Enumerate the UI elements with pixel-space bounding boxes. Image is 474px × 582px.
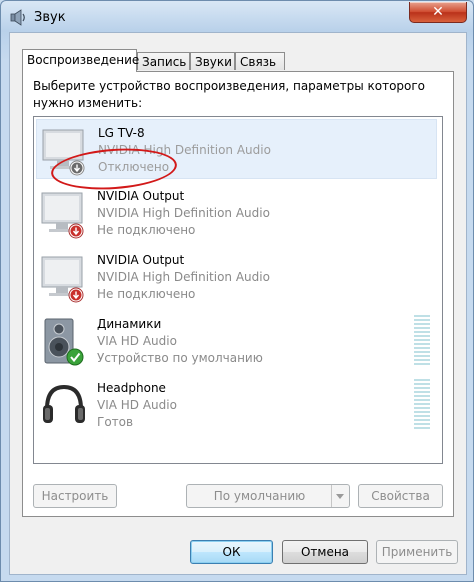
device-driver: VIA HD Audio	[97, 398, 177, 412]
volume-level-meter	[414, 315, 430, 367]
apply-button[interactable]: Применить	[376, 540, 458, 564]
device-name: NVIDIA Output	[97, 189, 185, 203]
window-title: Звук	[34, 10, 66, 25]
device-status: Готов	[97, 415, 134, 429]
instructions-text: Выберите устройство воспроизведения, пар…	[33, 79, 426, 110]
ok-button[interactable]: ОК	[190, 540, 273, 564]
speaker-icon	[44, 318, 84, 366]
device-name: LG TV-8	[98, 126, 145, 140]
monitor-icon	[41, 256, 84, 303]
device-driver: VIA HD Audio	[97, 334, 177, 348]
playback-panel: Выберите устройство воспроизведения, пар…	[22, 71, 454, 517]
tab-playback[interactable]: Воспроизведение	[22, 49, 139, 72]
device-status: Не подключено	[97, 223, 196, 237]
close-icon: ✕	[432, 4, 444, 20]
title-bar[interactable]: Звук ✕	[1, 1, 473, 33]
device-item-nvidia-output-1[interactable]: NVIDIA Output NVIDIA High Definition Aud…	[36, 183, 437, 243]
device-item-headphone[interactable]: Headphone VIA HD Audio Готов	[36, 375, 437, 435]
tab-sounds[interactable]: Звуки	[190, 52, 235, 70]
headphones-icon	[43, 384, 85, 423]
set-default-split-button[interactable]: По умолчанию	[186, 484, 350, 508]
device-status: Устройство по умолчанию	[97, 351, 263, 365]
properties-button[interactable]: Свойства	[358, 484, 443, 508]
monitor-icon	[41, 192, 84, 239]
volume-level-meter	[414, 379, 430, 431]
device-status: Не подключено	[97, 287, 196, 301]
dialog-client-area: Воспроизведение Запись Звуки Связь Выбер…	[9, 32, 467, 575]
chevron-down-icon[interactable]	[331, 485, 349, 507]
cancel-button[interactable]: Отмена	[282, 540, 368, 564]
device-driver: NVIDIA High Definition Audio	[97, 206, 270, 220]
device-item-lg-tv[interactable]: LG TV-8 NVIDIA High Definition Audio Отк…	[36, 119, 437, 194]
device-item-speakers[interactable]: Динамики VIA HD Audio Устройство по умол…	[36, 311, 437, 371]
device-name: Headphone	[97, 381, 166, 395]
close-button[interactable]: ✕	[409, 2, 467, 23]
tab-communications[interactable]: Связь	[235, 52, 285, 70]
set-default-label: По умолчанию	[213, 489, 306, 503]
device-item-nvidia-output-2[interactable]: NVIDIA Output NVIDIA High Definition Aud…	[36, 247, 437, 307]
device-list[interactable]: LG TV-8 NVIDIA High Definition Audio Отк…	[33, 116, 443, 464]
configure-button[interactable]: Настроить	[33, 484, 117, 508]
sound-dialog-window: Звук ✕ Воспроизведение Запись Звуки Связ…	[0, 0, 474, 582]
speaker-app-icon	[10, 9, 25, 26]
device-name: NVIDIA Output	[97, 253, 185, 267]
tab-recording[interactable]: Запись	[137, 52, 190, 70]
device-driver: NVIDIA High Definition Audio	[97, 270, 270, 284]
device-name: Динамики	[97, 317, 162, 331]
